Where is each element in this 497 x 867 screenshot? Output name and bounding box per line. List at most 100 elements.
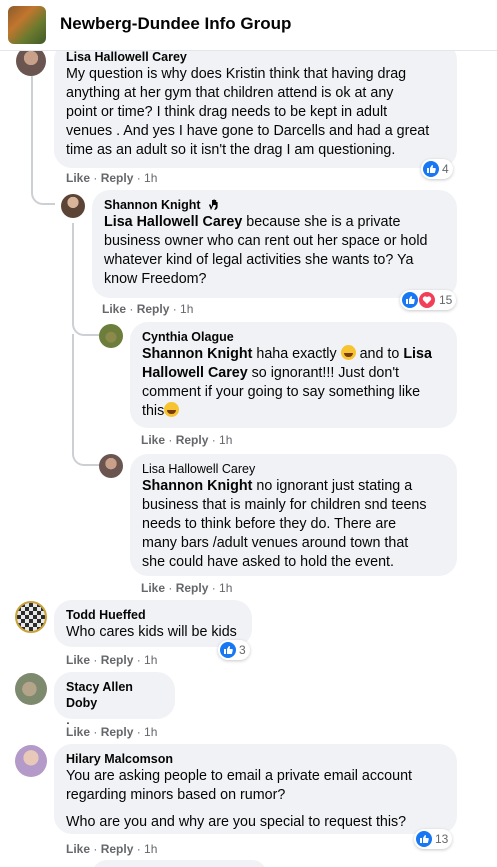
mention-link[interactable]: Lisa Hallowell Carey: [104, 214, 242, 230]
comment-line: she could have asked to hold the event.: [142, 554, 394, 570]
reply-button[interactable]: Reply: [176, 433, 209, 447]
reply-button[interactable]: Reply: [101, 725, 134, 739]
like-reaction-icon: [416, 831, 432, 847]
comment-bubble: Lisa Hallowell Carey My question is why …: [54, 42, 457, 168]
reaction-number: 4: [442, 162, 449, 176]
comment-line: regarding minors based on rumor?: [66, 787, 286, 803]
comment-author[interactable]: Cynthia Olague: [142, 329, 445, 345]
separator: ·: [208, 581, 220, 595]
avatar[interactable]: [15, 745, 47, 777]
like-button[interactable]: Like: [141, 581, 165, 595]
separator: ·: [165, 581, 176, 595]
comment-text: Shannon Knight no ignorant just stating …: [142, 477, 445, 572]
like-button[interactable]: Like: [66, 842, 90, 856]
like-reaction-icon: [220, 642, 236, 658]
reply-button[interactable]: Reply: [137, 302, 170, 316]
like-button[interactable]: Like: [102, 302, 126, 316]
comment-author[interactable]: Todd Hueffed: [66, 607, 240, 623]
comment-line: Who are you and why are you special to r…: [66, 814, 407, 830]
comment-line: You are asking people to email a private…: [66, 768, 412, 784]
thread-line: [72, 334, 100, 466]
comment-text-part: so ignorant!!! Just don't: [247, 365, 400, 381]
comment-line: comment if your going to say something l…: [142, 384, 421, 400]
separator: ·: [90, 171, 101, 185]
comment-author[interactable]: Hilary Malcomson: [66, 751, 445, 767]
avatar[interactable]: [15, 601, 47, 633]
comment-author[interactable]: Shannon Knight: [104, 197, 201, 213]
comment-text-part: and to: [355, 346, 404, 362]
separator: ·: [133, 171, 145, 185]
timestamp[interactable]: 1h: [144, 171, 157, 185]
reaction-number: 3: [239, 643, 246, 657]
reply-button[interactable]: Reply: [101, 842, 134, 856]
comment-author[interactable]: Lisa Hallowell Carey: [66, 49, 445, 65]
comment-line: Who cares kids will be kids: [66, 624, 237, 640]
comment-bubble: Hilary Malcomson You are asking people t…: [54, 744, 457, 834]
comment-bubble: Cynthia Olague Shannon Knight haha exact…: [130, 322, 457, 428]
reply-button[interactable]: Reply: [176, 581, 209, 595]
separator: ·: [90, 842, 101, 856]
mention-link[interactable]: Shannon Knight: [142, 346, 252, 362]
comment-line: know Freedom?: [104, 271, 207, 287]
like-button[interactable]: Like: [66, 653, 90, 667]
separator: ·: [133, 653, 145, 667]
comment-bubble: Stacy Allen Doby .: [54, 672, 175, 728]
comment-line: time as an adult so it isn't the drag I …: [66, 142, 396, 158]
comment-author[interactable]: Stacy Allen Doby: [66, 679, 163, 711]
reply-button[interactable]: Reply: [101, 171, 134, 185]
group-avatar[interactable]: [8, 6, 46, 44]
comment-line: no ignorant just stating a: [252, 478, 413, 494]
reaction-count[interactable]: 4: [421, 159, 453, 179]
separator: ·: [169, 302, 181, 316]
like-reaction-icon: [402, 292, 418, 308]
comment-text: My question is why does Kristin think th…: [66, 65, 445, 160]
reply-button[interactable]: Reply: [101, 653, 134, 667]
separator: ·: [90, 725, 101, 739]
comment-text: You are asking people to email a private…: [66, 767, 445, 832]
like-button[interactable]: Like: [141, 433, 165, 447]
group-header: Newberg-Dundee Info Group: [0, 0, 497, 51]
top-fan-badge-icon: [207, 198, 221, 212]
love-reaction-icon: [418, 291, 436, 309]
grinning-squint-emoji-icon: [164, 402, 180, 417]
timestamp[interactable]: 1h: [144, 653, 157, 667]
like-button[interactable]: Like: [66, 171, 90, 185]
avatar[interactable]: [15, 673, 47, 705]
comment-line: whatever kind of legal activities she wa…: [104, 252, 414, 268]
reaction-count[interactable]: 15: [400, 290, 457, 310]
comment-author[interactable]: Lisa Hallowell Carey: [142, 461, 445, 477]
group-name[interactable]: Newberg-Dundee Info Group: [60, 14, 291, 34]
mention-link[interactable]: Shannon Knight: [142, 478, 252, 494]
separator: ·: [208, 433, 220, 447]
comment-text: Who cares kids will be kids: [66, 623, 240, 642]
comment-line: many bars /adult venues around town that: [142, 535, 409, 551]
comment-bubble: Todd Hueffed Who cares kids will be kids: [54, 600, 252, 647]
comment-line: point or time? I think drag needs to be …: [66, 104, 388, 120]
reaction-count[interactable]: 3: [218, 640, 250, 660]
timestamp[interactable]: 1h: [144, 725, 157, 739]
avatar[interactable]: [99, 454, 123, 478]
comment-bubble: Lisa Hallowell Carey Shannon Knight no i…: [130, 454, 457, 576]
separator: ·: [90, 653, 101, 667]
comments-thread: Lisa Hallowell Carey My question is why …: [0, 0, 497, 867]
avatar[interactable]: [61, 194, 85, 218]
timestamp[interactable]: 1h: [219, 433, 232, 447]
mention-link[interactable]: Hallowell Carey: [142, 365, 248, 381]
comment-line: this: [142, 403, 165, 419]
comment-actions: Like · Reply · 1h: [66, 842, 157, 856]
like-reaction-icon: [423, 161, 439, 177]
reaction-count[interactable]: 13: [414, 829, 453, 849]
timestamp[interactable]: 1h: [180, 302, 193, 316]
mention-link[interactable]: Lisa: [403, 346, 432, 362]
timestamp[interactable]: 1h: [144, 842, 157, 856]
reaction-number: 15: [439, 293, 453, 307]
like-button[interactable]: Like: [66, 725, 90, 739]
separator: ·: [133, 842, 145, 856]
laughing-emoji-icon: [340, 345, 356, 360]
timestamp[interactable]: 1h: [219, 581, 232, 595]
comment-line: anything at her gym that children attend…: [66, 85, 394, 101]
avatar[interactable]: [99, 324, 123, 348]
comment-actions: Like · Reply · 1h: [66, 653, 157, 667]
separator: ·: [165, 433, 176, 447]
thread-line: [31, 76, 55, 205]
